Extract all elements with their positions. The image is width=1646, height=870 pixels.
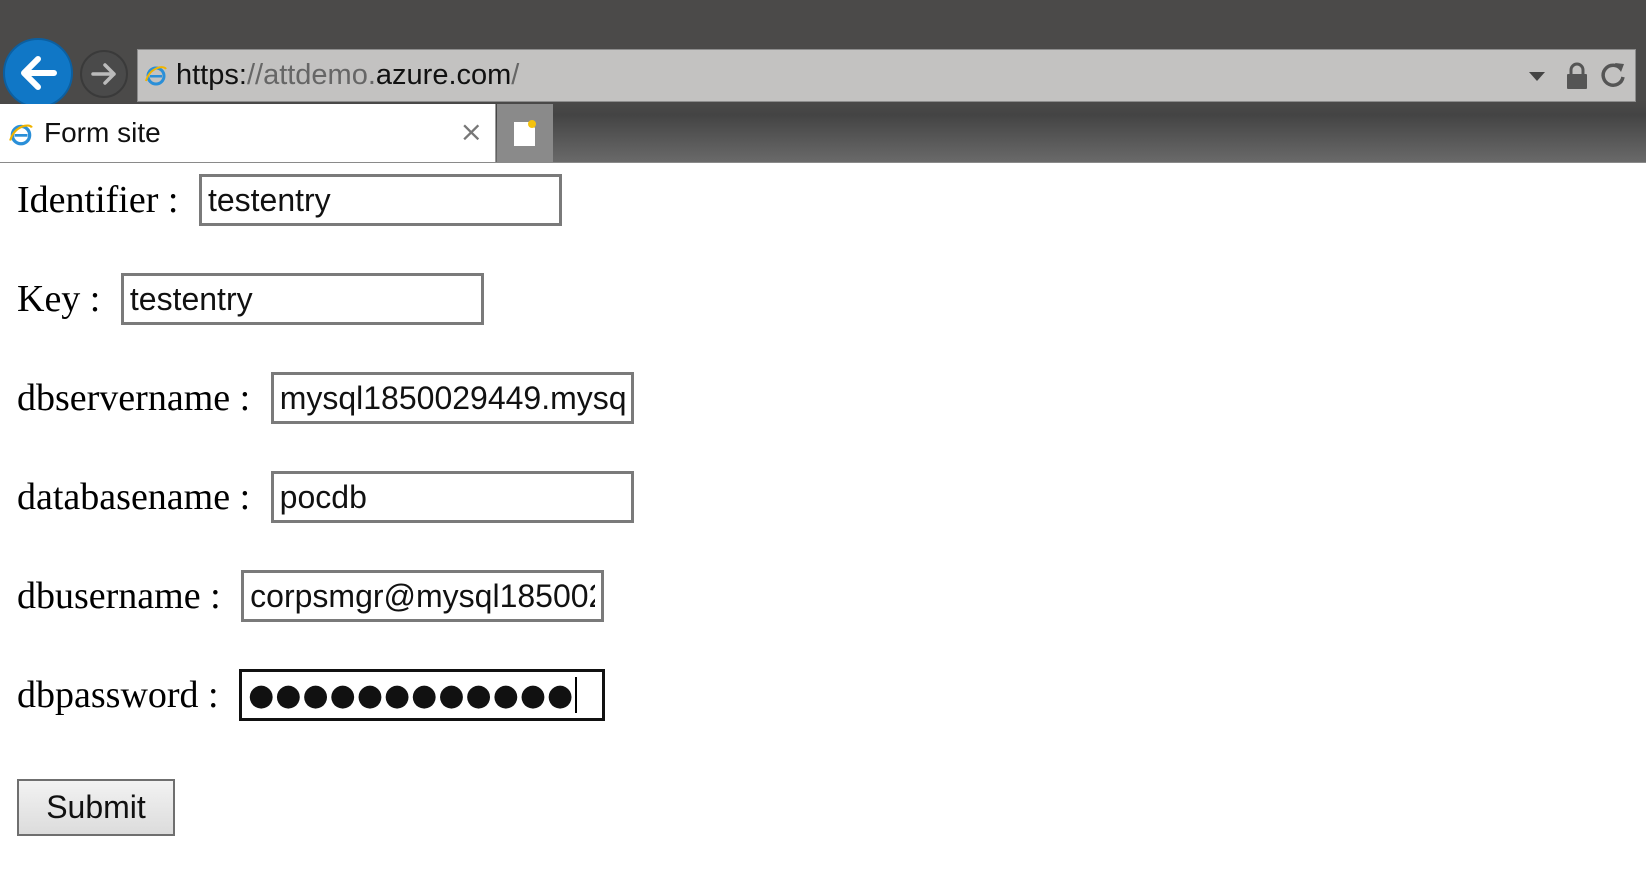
url-slashes: // bbox=[246, 59, 264, 91]
databasename-input[interactable] bbox=[270, 471, 634, 523]
identifier-input[interactable] bbox=[198, 174, 562, 226]
databasename-row: databasename : bbox=[17, 470, 634, 524]
forward-arrow-icon bbox=[91, 63, 116, 85]
dbusername-row: dbusername : bbox=[17, 569, 605, 623]
ie-tab-icon bbox=[9, 124, 33, 146]
back-button[interactable] bbox=[3, 38, 73, 108]
tab-form-site[interactable]: Form site × bbox=[0, 104, 496, 162]
dbservername-input[interactable] bbox=[270, 372, 634, 424]
refresh-icon[interactable] bbox=[1599, 60, 1627, 90]
identifier-label: Identifier : bbox=[17, 179, 188, 221]
back-arrow-icon bbox=[21, 56, 57, 90]
ie-icon bbox=[145, 66, 167, 86]
new-tab-icon bbox=[514, 120, 536, 146]
lock-icon[interactable] bbox=[1564, 61, 1590, 91]
address-bar[interactable]: https://attdemo.azure.com/ bbox=[137, 49, 1636, 102]
address-dropdown-icon[interactable] bbox=[1529, 72, 1545, 81]
tab-title: Form site bbox=[44, 117, 161, 148]
browser-chrome: https://attdemo.azure.com/ Form site × bbox=[0, 0, 1646, 163]
dbpassword-input[interactable]: ●●●●●●●●●●●● bbox=[239, 669, 606, 721]
forward-button[interactable] bbox=[80, 50, 128, 98]
key-label: Key : bbox=[17, 278, 110, 320]
url-scheme: https: bbox=[176, 59, 247, 91]
identifier-row: Identifier : bbox=[17, 173, 562, 227]
dbusername-input[interactable] bbox=[241, 570, 605, 622]
key-input[interactable] bbox=[120, 273, 484, 325]
key-row: Key : bbox=[17, 272, 484, 326]
url-path: / bbox=[511, 59, 520, 91]
dbservername-label: dbservername : bbox=[17, 377, 260, 419]
tab-close-icon[interactable]: × bbox=[460, 114, 483, 150]
dbservername-row: dbservername : bbox=[17, 371, 634, 425]
url-text[interactable]: https://attdemo.azure.com/ bbox=[176, 57, 519, 93]
dbusername-label: dbusername : bbox=[17, 575, 231, 617]
dbpassword-row: dbpassword : ●●●●●●●●●●●● bbox=[17, 668, 606, 722]
new-tab-button[interactable] bbox=[497, 104, 553, 162]
text-caret bbox=[575, 677, 578, 713]
databasename-label: databasename : bbox=[17, 476, 260, 518]
submit-button[interactable]: Submit bbox=[17, 779, 175, 836]
url-subdomain: attdemo. bbox=[263, 59, 376, 91]
url-domain: azure.com bbox=[375, 59, 512, 91]
dbpassword-label: dbpassword : bbox=[17, 674, 229, 716]
password-mask: ●●●●●●●●●●●● bbox=[248, 677, 575, 713]
page-content: Identifier : Key : dbservername : databa… bbox=[0, 163, 1646, 870]
